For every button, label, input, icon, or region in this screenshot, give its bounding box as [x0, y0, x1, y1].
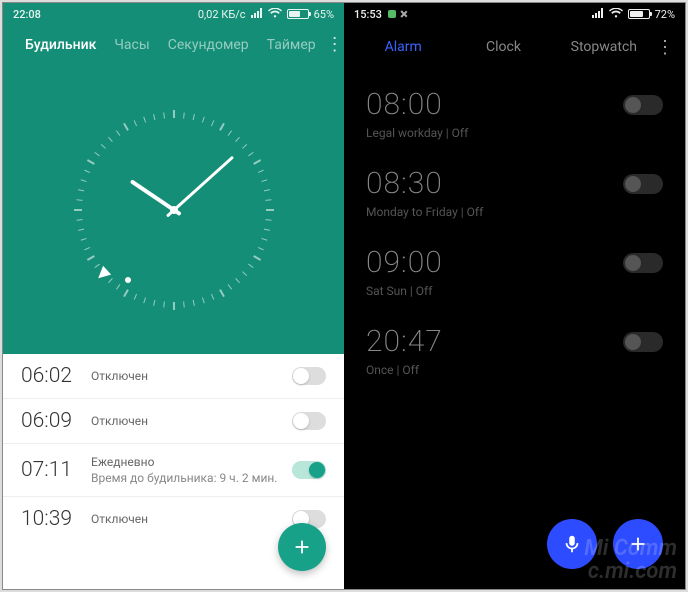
tab-alarm[interactable]: Будильник — [17, 33, 104, 57]
alarm-toggle[interactable] — [292, 412, 326, 430]
plus-icon — [291, 536, 313, 558]
add-alarm-button[interactable] — [613, 519, 663, 569]
alarm-time: 09:00 — [366, 245, 443, 280]
alarm-time: 06:02 — [21, 364, 91, 388]
tabs-left: Будильник Часы Секундомер Таймер ⋮ — [3, 25, 344, 65]
alarm-list-right: 08:00 Legal workday | Off 08:30 Monday t… — [344, 69, 685, 391]
status-close-icon — [400, 10, 408, 18]
tab-stopwatch[interactable]: Stopwatch — [555, 39, 653, 55]
tab-stopwatch[interactable]: Секундомер — [160, 33, 257, 57]
tab-alarm[interactable]: Alarm — [354, 39, 452, 55]
more-menu-icon[interactable]: ⋮ — [655, 37, 675, 58]
signal-icon — [251, 8, 263, 21]
statusbar-right: 15:53 72% — [344, 3, 685, 25]
clock-face — [44, 80, 304, 340]
tab-timer[interactable]: Таймер — [259, 33, 324, 57]
alarm-time: 08:00 — [366, 87, 443, 122]
alarm-toggle[interactable] — [623, 253, 663, 273]
battery-icon — [287, 9, 309, 19]
tab-clock[interactable]: Clock — [454, 39, 552, 55]
alarm-time: 06:09 — [21, 409, 91, 433]
alarm-toggle[interactable] — [623, 95, 663, 115]
status-battery-pct: 65% — [314, 8, 334, 21]
alarm-meta: Once | Off — [366, 363, 663, 377]
plus-icon — [627, 533, 649, 555]
phone-right-dark: 15:53 72% Alarm Clock Stopwatch ⋮ — [344, 3, 685, 589]
alarm-row[interactable]: 06:09 Отключен — [3, 398, 344, 443]
alarm-time: 10:39 — [21, 507, 91, 531]
analog-clock — [3, 65, 344, 355]
alarm-time: 20:47 — [366, 324, 443, 359]
alarm-meta: Monday to Friday | Off — [366, 205, 663, 219]
tab-clock[interactable]: Часы — [106, 33, 157, 57]
alarm-row[interactable]: 09:00 Sat Sun | Off — [344, 233, 685, 312]
alarm-meta: Отключен — [91, 368, 292, 384]
alarm-toggle[interactable] — [292, 461, 326, 479]
status-battery-pct: 72% — [655, 8, 675, 21]
add-alarm-button[interactable] — [278, 523, 326, 571]
statusbar-left: 22:08 0,02 КБ/с 65% — [3, 3, 344, 25]
alarm-meta: Отключен — [91, 413, 292, 429]
status-time: 15:53 — [354, 8, 382, 21]
alarm-list-left: 06:02 Отключен 06:09 Отключен 07:11 Ежед… — [3, 354, 344, 589]
battery-icon — [628, 9, 650, 19]
alarm-toggle[interactable] — [623, 174, 663, 194]
microphone-icon — [561, 533, 583, 555]
more-menu-icon[interactable]: ⋮ — [326, 36, 344, 54]
alarm-toggle[interactable] — [292, 367, 326, 385]
wifi-icon — [609, 8, 623, 21]
voice-button[interactable] — [547, 519, 597, 569]
status-data-rate: 0,02 КБ/с — [198, 8, 246, 21]
alarm-meta: Legal workday | Off — [366, 126, 663, 140]
status-time: 22:08 — [13, 8, 41, 21]
alarm-row[interactable]: 07:11 Ежедневно Время до будильника: 9 ч… — [3, 443, 344, 496]
phone-left-light: 22:08 0,02 КБ/с 65% Будильник Часы Секун… — [3, 3, 344, 589]
alarm-meta: Отключен — [91, 511, 292, 527]
status-indicator-icon — [388, 10, 396, 18]
alarm-time: 07:11 — [21, 458, 91, 482]
alarm-meta: Ежедневно Время до будильника: 9 ч. 2 ми… — [91, 454, 292, 486]
alarm-toggle[interactable] — [623, 332, 663, 352]
alarm-time: 08:30 — [366, 166, 443, 201]
alarm-row[interactable]: 20:47 Once | Off — [344, 312, 685, 391]
alarm-row[interactable]: 06:02 Отключен — [3, 354, 344, 398]
alarm-row[interactable]: 08:30 Monday to Friday | Off — [344, 154, 685, 233]
wifi-icon — [268, 8, 282, 21]
alarm-row[interactable]: 08:00 Legal workday | Off — [344, 75, 685, 154]
alarm-meta: Sat Sun | Off — [366, 284, 663, 298]
signal-icon — [592, 8, 604, 21]
tabs-right: Alarm Clock Stopwatch ⋮ — [344, 25, 685, 69]
